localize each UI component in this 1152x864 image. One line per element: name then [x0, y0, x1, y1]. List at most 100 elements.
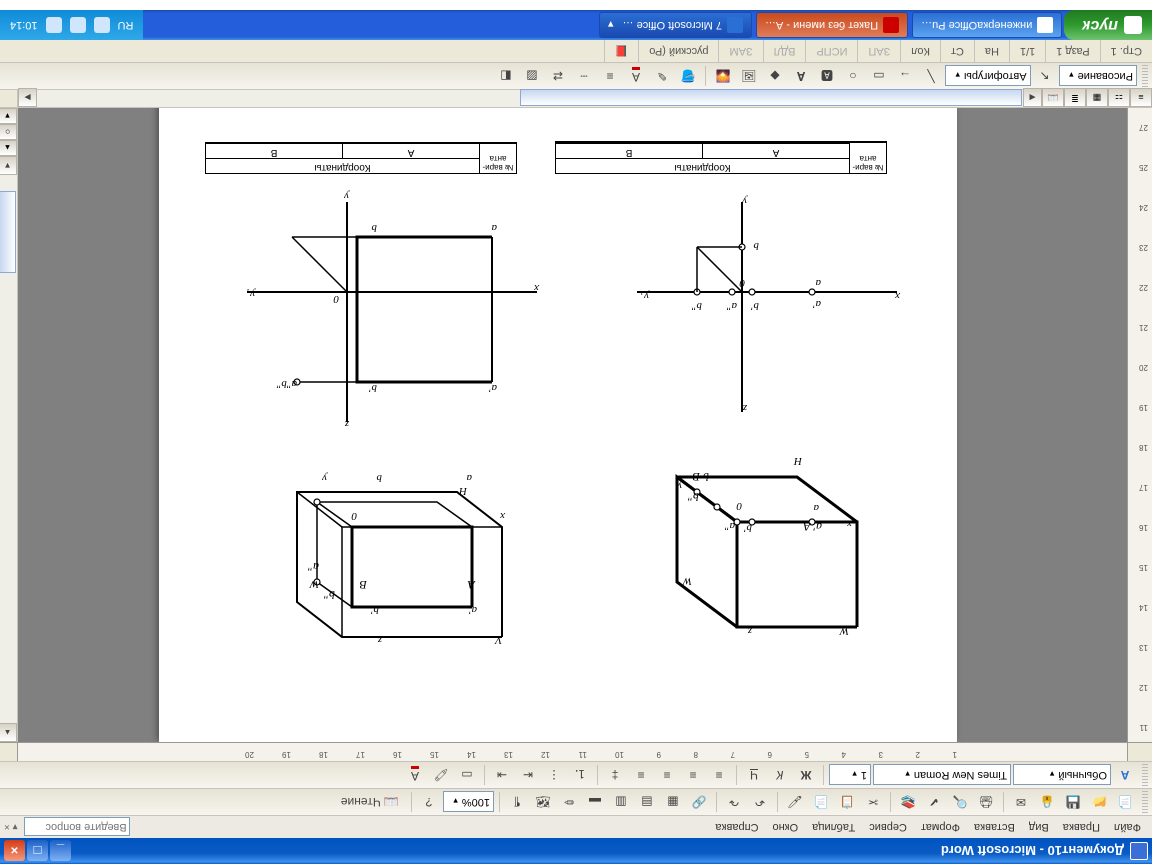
arrow-style-button[interactable]: ⇄ — [546, 64, 570, 88]
size-combo[interactable]: 1 — [829, 765, 871, 786]
diagram-button[interactable]: ◆ — [763, 64, 787, 88]
font-color-draw-button[interactable]: A — [624, 64, 648, 88]
underline-button[interactable]: Ч — [742, 763, 766, 787]
status-ext[interactable]: ВДЛ — [763, 40, 806, 62]
toolbar-grip[interactable] — [1142, 791, 1148, 813]
language-indicator[interactable]: RU — [118, 19, 134, 31]
tray-icon[interactable] — [94, 17, 110, 33]
undo-button[interactable]: ↶ — [748, 790, 772, 814]
ruler-vertical[interactable]: 11121314151617181920212223242527 — [1127, 108, 1152, 742]
oval-button[interactable]: ○ — [841, 64, 865, 88]
fill-color-button[interactable]: 🪣 — [676, 64, 700, 88]
autoshapes-menu[interactable]: Автофигуры — [945, 66, 1031, 87]
tables-button[interactable]: ▦ — [661, 790, 685, 814]
read-mode-button[interactable]: 📖 Чтение — [334, 790, 406, 814]
redo-button[interactable]: ↷ — [722, 790, 746, 814]
permission-button[interactable]: 🔒 — [1035, 790, 1059, 814]
next-page-button[interactable]: ▾ — [0, 108, 17, 124]
help-button[interactable]: ? — [417, 790, 441, 814]
borders-button[interactable]: ▭ — [455, 763, 479, 787]
ruler-horizontal[interactable]: 1234567891011121314151617181920 — [0, 742, 1152, 761]
save-button[interactable]: 💾 — [1061, 790, 1085, 814]
zoom-combo[interactable]: 100% — [443, 792, 494, 813]
view-print-button[interactable]: ▦ — [1086, 88, 1108, 107]
menu-view[interactable]: Вид — [1022, 819, 1056, 835]
line-spacing-button[interactable]: ‡ — [603, 763, 627, 787]
shadow-button[interactable]: ▨ — [520, 64, 544, 88]
bullets-button[interactable]: ⋮ — [542, 763, 566, 787]
dash-style-button[interactable]: ┄ — [572, 64, 596, 88]
style-combo[interactable]: Обычный — [1013, 765, 1111, 786]
tray-icon[interactable] — [46, 17, 62, 33]
indent-button[interactable]: ⇥ — [490, 763, 514, 787]
system-tray[interactable]: RU 10:14 — [0, 10, 143, 40]
status-ovr[interactable]: ЗАМ — [718, 40, 762, 62]
toolbar-grip[interactable] — [1142, 65, 1148, 87]
prev-page-button[interactable]: ▴ — [0, 140, 17, 156]
taskbar-item-active[interactable]: 7 Microsoft Office …▾ — [599, 12, 752, 38]
draw-menu[interactable]: Рисование — [1059, 66, 1137, 87]
numbering-button[interactable]: ⒈ — [568, 763, 592, 787]
highlight-button[interactable]: 🖍 — [429, 763, 453, 787]
scroll-thumb-h[interactable] — [520, 89, 1022, 106]
hyperlink-button[interactable]: 🔗 — [687, 790, 711, 814]
horizontal-scrollbar[interactable]: ≡ ⚏ ▦ ≣ 📖 ◀ ▶ — [0, 90, 1152, 108]
menu-table[interactable]: Таблица — [805, 819, 862, 835]
taskbar-item[interactable]: инженеркаOffice Pu… — [912, 12, 1062, 38]
menu-help[interactable]: Справка — [708, 819, 765, 835]
arrow-button[interactable]: → — [893, 64, 917, 88]
print-button[interactable]: 🖨 — [974, 790, 998, 814]
line-button[interactable]: ╲ — [919, 64, 943, 88]
preview-button[interactable]: 🔍 — [948, 790, 972, 814]
scroll-right-button[interactable]: ▶ — [18, 88, 37, 107]
scroll-up-button[interactable]: ▲ — [0, 723, 17, 742]
line-color-button[interactable]: ✎ — [650, 64, 674, 88]
scroll-left-button[interactable]: ◀ — [1023, 88, 1042, 107]
3d-button[interactable]: ◧ — [494, 64, 518, 88]
menu-format[interactable]: Формат — [914, 819, 967, 835]
help-dropdown-icon[interactable]: ▾ × — [4, 822, 18, 833]
spell-button[interactable]: ✔ — [922, 790, 946, 814]
drawing-toggle-button[interactable]: ✏ — [557, 790, 581, 814]
view-read-button[interactable]: 📖 — [1042, 88, 1064, 107]
research-button[interactable]: 📚 — [896, 790, 920, 814]
tray-icon[interactable] — [70, 17, 86, 33]
excel-button[interactable]: ▥ — [609, 790, 633, 814]
start-button[interactable]: пуск — [1064, 10, 1152, 40]
font-combo[interactable]: Times New Roman — [873, 765, 1011, 786]
scroll-down-button[interactable]: ▼ — [0, 156, 17, 175]
menu-edit[interactable]: Правка — [1056, 819, 1107, 835]
maximize-button[interactable]: □ — [27, 841, 48, 862]
align-right-button[interactable]: ≡ — [655, 763, 679, 787]
docmap-button[interactable]: 🗺 — [531, 790, 555, 814]
justify-button[interactable]: ≡ — [629, 763, 653, 787]
vertical-scrollbar[interactable]: ▲ ▼ ▴ ○ ▾ — [0, 108, 18, 742]
textbox-button[interactable]: 🅰 — [815, 64, 839, 88]
align-center-button[interactable]: ≡ — [681, 763, 705, 787]
toolbar-grip[interactable] — [1142, 764, 1148, 786]
columns-button[interactable]: ▬ — [583, 790, 607, 814]
status-trk[interactable]: ИСПР — [805, 40, 857, 62]
outdent-button[interactable]: ⇤ — [516, 763, 540, 787]
clock[interactable]: 10:14 — [10, 19, 38, 31]
format-painter-button[interactable]: 🖌 — [783, 790, 807, 814]
insert-table-button[interactable]: ▤ — [635, 790, 659, 814]
scroll-thumb-v[interactable] — [0, 191, 16, 273]
bold-button[interactable]: Ж — [794, 763, 818, 787]
menu-insert[interactable]: Вставка — [967, 819, 1022, 835]
document-viewport[interactable]: W z W x a' A b' a" a 0 b" y b B H — [18, 108, 1127, 742]
styles-pane-button[interactable]: A — [1113, 763, 1137, 787]
clipart-button[interactable]: 🖼 — [737, 64, 761, 88]
line-style-button[interactable]: ≡ — [598, 64, 622, 88]
help-search-input[interactable] — [24, 818, 130, 837]
status-book-icon[interactable]: 📕 — [604, 40, 639, 62]
status-rec[interactable]: ЗАП — [857, 40, 900, 62]
menu-tools[interactable]: Сервис — [862, 819, 914, 835]
paste-button[interactable]: 📄 — [809, 790, 833, 814]
menu-window[interactable]: Окно — [766, 819, 806, 835]
wordart-button[interactable]: 𝐀 — [789, 64, 813, 88]
picture-button[interactable]: 🌄 — [711, 64, 735, 88]
show-marks-button[interactable]: ¶ — [505, 790, 529, 814]
view-normal-button[interactable]: ≡ — [1130, 88, 1152, 107]
align-left-button[interactable]: ≡ — [707, 763, 731, 787]
